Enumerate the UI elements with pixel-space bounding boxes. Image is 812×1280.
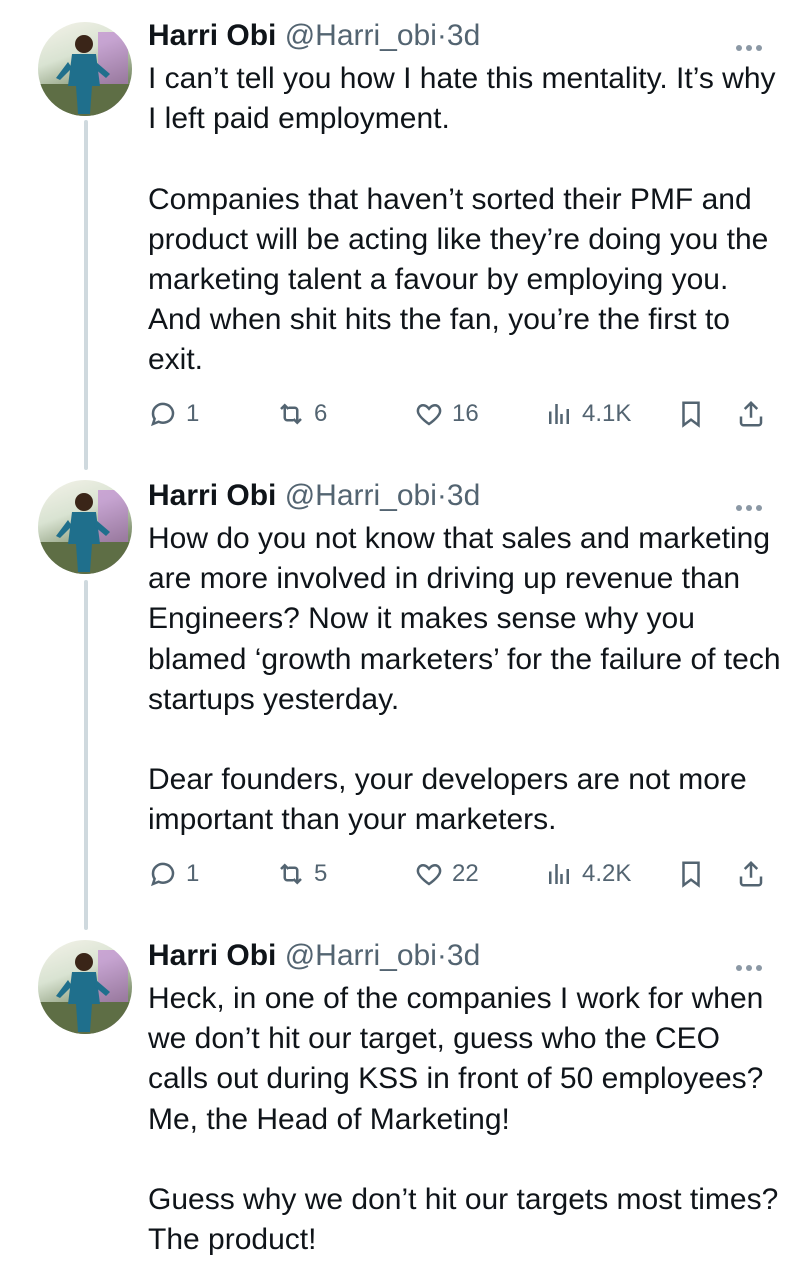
tweet[interactable]: Harri Obi @Harri_obi·3d I can’t tell you… [0,16,812,456]
bookmark-button[interactable] [676,392,706,436]
tweet-paragraph: Heck, in one of the companies I work for… [148,982,764,1136]
views-button[interactable]: 4.2K [544,852,631,896]
author-name[interactable]: Harri Obi [148,19,276,52]
like-button[interactable]: 22 [414,852,479,896]
tweet-paragraph: Dear founders, your developers are not m… [148,763,747,837]
tweet-header: Harri Obi @Harri_obi·3d [148,16,480,60]
separator: · [436,939,447,972]
reply-icon [151,402,175,427]
tweet-paragraph: How do you not know that sales and marke… [148,522,781,716]
tweet-paragraph: Guess why we don’t hit our targets most … [148,1183,779,1257]
tweet[interactable]: Harri Obi @Harri_obi·3d Heck, in one of … [0,936,812,1276]
views-icon [549,404,569,424]
share-icon [739,860,763,887]
tweet-text: Heck, in one of the companies I work for… [148,979,788,1260]
author-name[interactable]: Harri Obi [148,479,276,512]
repost-button[interactable]: 6 [276,392,327,436]
tweet-paragraph: Companies that haven’t sorted their PMF … [148,182,769,377]
tweet-text: How do you not know that sales and marke… [148,519,788,841]
repost-icon [280,403,302,425]
view-count: 4.2K [582,860,632,887]
view-count: 4.1K [582,400,632,427]
author-handle[interactable]: @Harri_obi [285,479,437,512]
reply-count: 1 [186,860,200,887]
action-bar: 1 6 16 4.1K [148,392,788,436]
repost-count: 5 [314,860,328,887]
action-bar: 1 5 22 4.2K [148,852,788,896]
reply-icon [151,862,175,887]
more-horizontal-icon[interactable] [736,38,776,52]
heart-icon [416,403,442,426]
like-count: 16 [452,400,479,427]
views-button[interactable]: 4.1K [544,392,631,436]
separator: · [436,479,447,512]
reply-button[interactable]: 1 [148,392,199,436]
tweet-paragraph: I can’t tell you how I hate this mentali… [148,62,776,136]
timestamp[interactable]: 3d [447,479,480,512]
author-name[interactable]: Harri Obi [148,939,276,972]
timestamp[interactable]: 3d [447,939,480,972]
more-horizontal-icon[interactable] [736,958,776,972]
reply-button[interactable]: 1 [148,852,199,896]
author-handle[interactable]: @Harri_obi [285,19,437,52]
share-button[interactable] [736,852,766,896]
like-count: 22 [452,860,479,887]
share-icon [739,400,763,427]
tweet-header: Harri Obi @Harri_obi·3d [148,476,480,520]
avatar[interactable] [38,480,132,574]
share-button[interactable] [736,392,766,436]
tweet[interactable]: Harri Obi @Harri_obi·3d How do you not k… [0,476,812,916]
tweet-text: I can’t tell you how I hate this mentali… [148,59,788,381]
repost-count: 6 [314,400,328,427]
tweet-header: Harri Obi @Harri_obi·3d [148,936,480,980]
author-handle[interactable]: @Harri_obi [285,939,437,972]
more-horizontal-icon[interactable] [736,498,776,512]
bookmark-icon [682,401,700,428]
bookmark-icon [682,861,700,888]
avatar[interactable] [38,940,132,1034]
like-button[interactable]: 16 [414,392,479,436]
heart-icon [416,863,442,886]
timestamp[interactable]: 3d [447,19,480,52]
avatar[interactable] [38,22,132,116]
repost-button[interactable]: 5 [276,852,327,896]
repost-icon [280,863,302,885]
reply-count: 1 [186,400,200,427]
separator: · [436,19,447,52]
bookmark-button[interactable] [676,852,706,896]
views-icon [549,864,569,884]
